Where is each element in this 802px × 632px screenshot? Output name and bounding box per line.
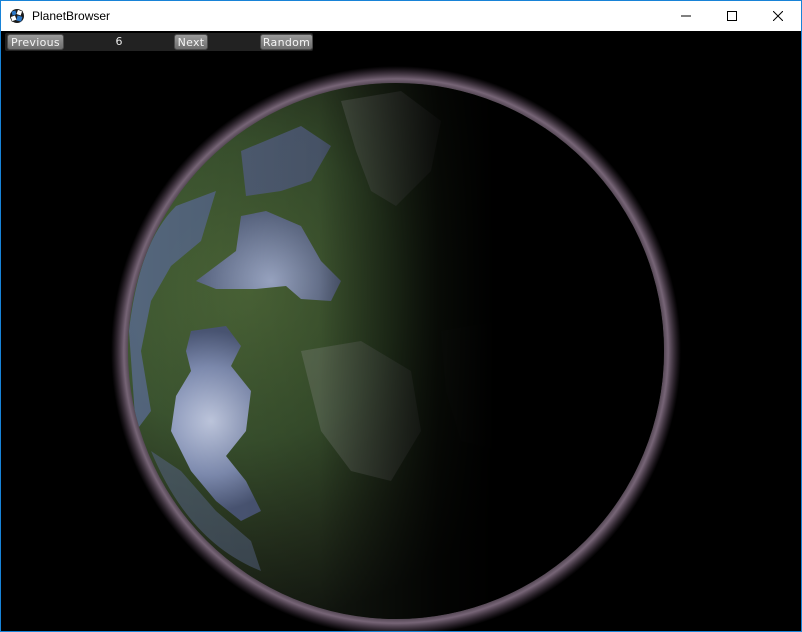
planet-index: 6 <box>115 35 123 48</box>
close-icon <box>773 11 783 21</box>
planetbrowser-app-icon <box>9 8 25 24</box>
maximize-icon <box>727 11 737 21</box>
close-button[interactable] <box>755 1 801 31</box>
random-button[interactable]: Random <box>260 34 313 50</box>
minimize-button[interactable] <box>663 1 709 31</box>
title-bar[interactable]: PlanetBrowser <box>1 1 801 31</box>
planet-render <box>111 66 681 631</box>
next-button[interactable]: Next <box>174 34 208 50</box>
window-title: PlanetBrowser <box>32 9 111 23</box>
minimize-icon <box>681 15 691 17</box>
maximize-button[interactable] <box>709 1 755 31</box>
app-window: PlanetBrowser Previous 6 Next Random <box>0 0 802 632</box>
previous-button[interactable]: Previous <box>7 34 64 50</box>
planet-viewport[interactable]: Previous 6 Next Random <box>1 31 801 631</box>
